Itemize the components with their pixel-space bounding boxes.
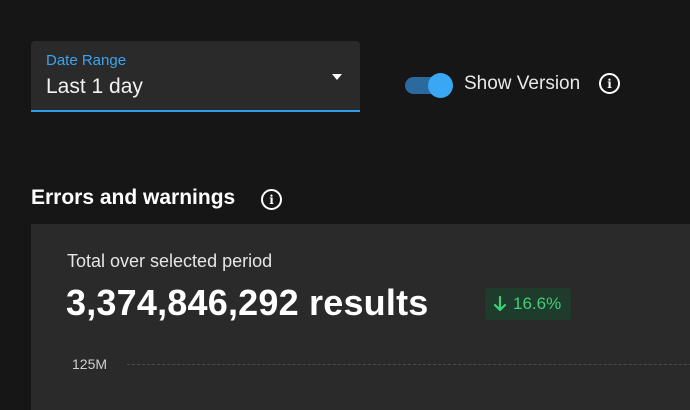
y-axis-tick-label: 125M	[72, 356, 108, 372]
chart-gridline	[127, 364, 690, 365]
dashboard-page: Date Range Last 1 day Show Version i Err…	[0, 0, 690, 410]
date-range-select[interactable]: Date Range Last 1 day	[31, 41, 360, 112]
change-badge: 16.6%	[485, 288, 572, 320]
summary-card: Total over selected period 3,374,846,292…	[31, 224, 690, 410]
section-title: Errors and warnings	[31, 186, 236, 209]
change-value: 16.6%	[513, 294, 562, 313]
summary-subtitle: Total over selected period	[67, 251, 273, 271]
chevron-down-icon[interactable]	[332, 74, 342, 80]
date-range-value: Last 1 day	[46, 75, 143, 98]
info-icon[interactable]: i	[261, 189, 282, 210]
show-version-toggle[interactable]	[405, 73, 453, 98]
show-version-label: Show Version	[464, 73, 581, 94]
date-range-label: Date Range	[46, 52, 127, 69]
info-icon[interactable]: i	[599, 73, 620, 94]
toggle-knob[interactable]	[428, 73, 453, 98]
arrow-down-icon	[493, 296, 507, 312]
total-results: 3,374,846,292 results	[66, 282, 429, 323]
